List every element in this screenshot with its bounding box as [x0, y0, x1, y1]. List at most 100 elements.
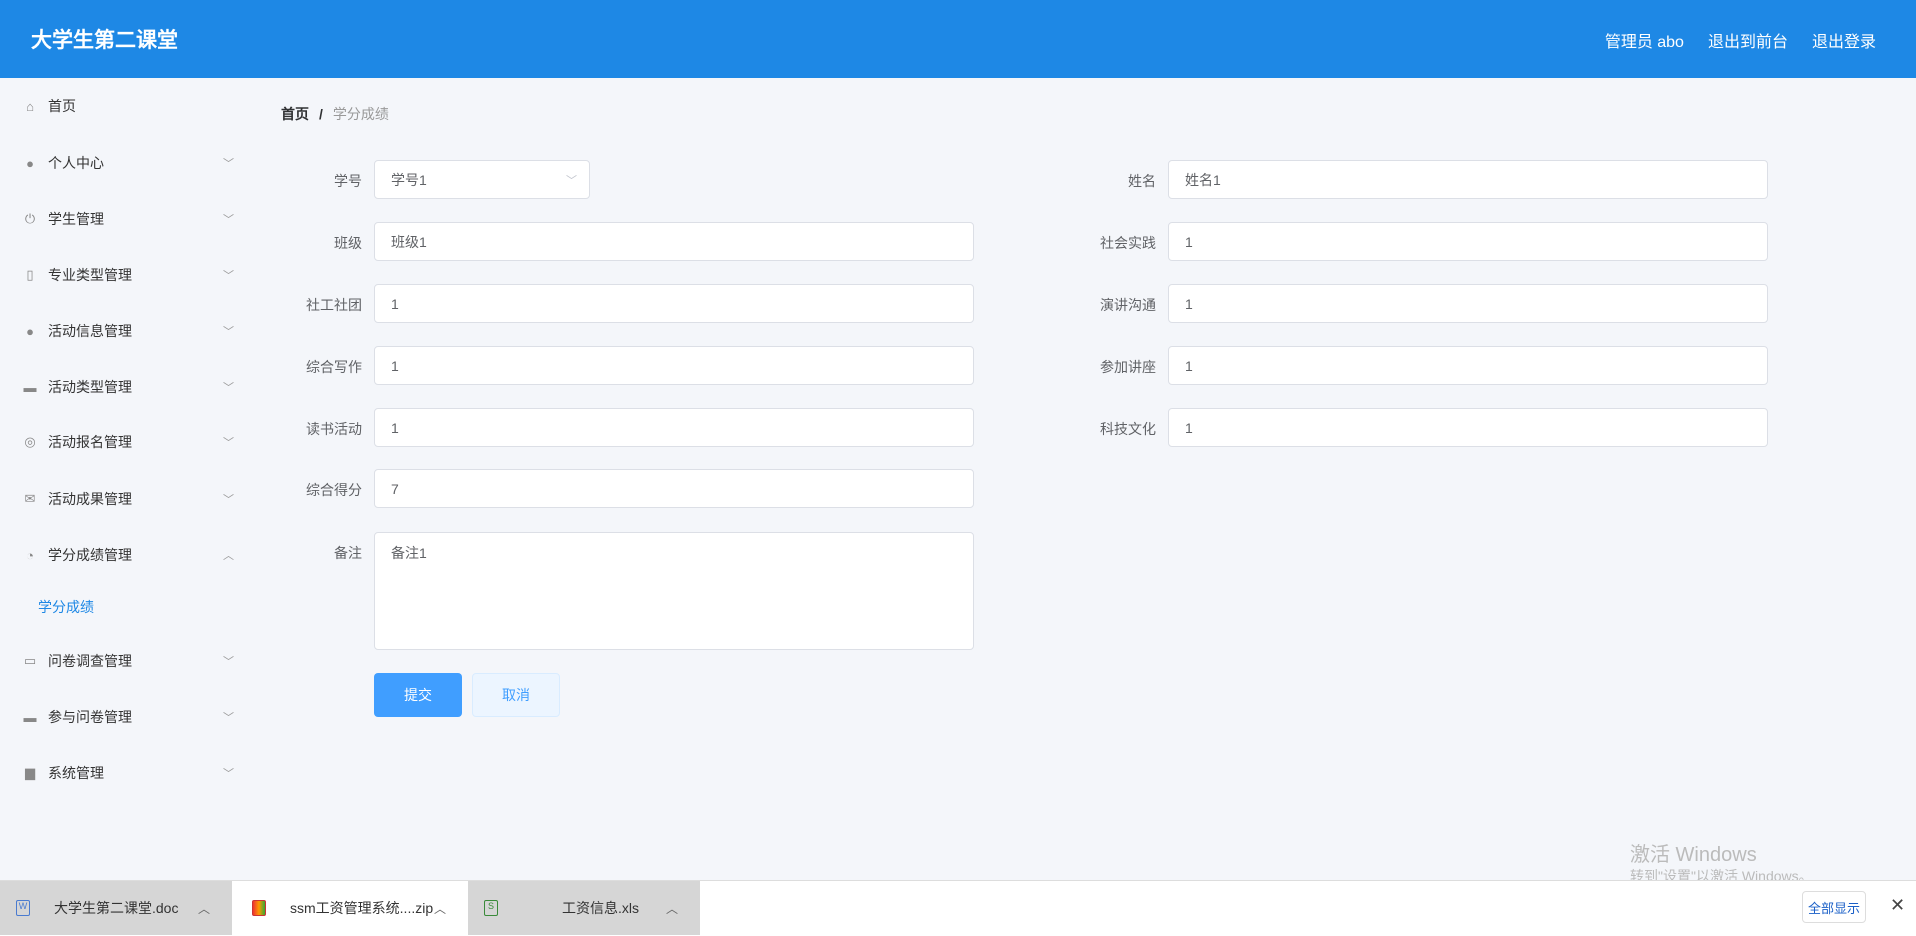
sidebar-item-4[interactable]: ● 活动信息管理 ﹀	[0, 311, 250, 351]
excel-file-icon: S	[484, 900, 498, 916]
sidebar-item-1[interactable]: ● 个人中心 ﹀	[0, 143, 250, 183]
sidebar-item-label: 参与问卷管理	[48, 709, 132, 725]
zip-file-icon	[252, 900, 266, 916]
xiezuo-input[interactable]: 1	[374, 346, 974, 385]
jiangzuo-input[interactable]: 1	[1168, 346, 1768, 385]
beizhu-value: 备注1	[391, 545, 427, 561]
defen-input[interactable]: 7	[374, 469, 974, 508]
sidebar-item-label: 专业类型管理	[48, 267, 132, 283]
sidebar-item-label: 首页	[48, 98, 76, 114]
sidebar-item-0[interactable]: ⌂ 首页	[0, 86, 250, 126]
sidebar-item-11[interactable]: ▆ 系统管理 ﹀	[0, 753, 250, 793]
dushu-label: 读书活动	[306, 421, 362, 437]
cancel-button[interactable]: 取消	[472, 673, 560, 717]
sidebar-item-7[interactable]: ✉ 活动成果管理 ﹀	[0, 479, 250, 519]
download-item[interactable]: ssm工资管理系统....zip ︿	[236, 881, 468, 935]
xuehao-label: 学号	[334, 173, 362, 189]
download-item[interactable]: W 大学生第二课堂.doc ︿	[0, 881, 232, 935]
download-bar: W 大学生第二课堂.doc ︿ ssm工资管理系统....zip ︿ S 工资信息.xl…	[0, 880, 1916, 936]
sidebar-item-label: 学分成绩管理	[48, 547, 132, 563]
sidebar-item-10[interactable]: ▬ 参与问卷管理 ﹀	[0, 697, 250, 737]
beizhu-label: 备注	[334, 545, 362, 561]
sidebar-item-3[interactable]: ▯ 专业类型管理 ﹀	[0, 255, 250, 295]
chevron-up-icon: ︿	[223, 550, 234, 562]
bulb-icon: ●	[26, 323, 34, 339]
defen-label: 综合得分	[306, 482, 362, 498]
sidebar-subitem-credit-score[interactable]: 学分成绩	[38, 597, 94, 617]
shehuishijian-value: 1	[1185, 233, 1193, 250]
gauge-icon: ◔	[26, 547, 34, 563]
sidebar-item-9[interactable]: ▭ 问卷调查管理 ﹀	[0, 641, 250, 681]
breadcrumb-separator: /	[319, 106, 323, 122]
chevron-down-icon: ﹀	[223, 270, 234, 282]
shegongshetuan-input[interactable]: 1	[374, 284, 974, 323]
chevron-down-icon: ﹀	[223, 214, 234, 226]
sidebar-item-2[interactable]: ⏻ 学生管理 ﹀	[0, 199, 250, 239]
windows-watermark: 激活 Windows	[1630, 844, 1757, 866]
sidebar-item-label: 学生管理	[48, 211, 104, 227]
xuehao-value: 学号1	[391, 171, 427, 188]
jiangzuo-value: 1	[1185, 357, 1193, 374]
banji-input[interactable]: 班级1	[374, 222, 974, 261]
sidebar-item-8[interactable]: ◔ 学分成绩管理 ︿	[0, 535, 250, 575]
admin-user-link[interactable]: 管理员 abo	[1605, 28, 1684, 52]
dushu-input[interactable]: 1	[374, 408, 974, 447]
chevron-down-icon: ﹀	[223, 158, 234, 170]
comment-icon: ▭	[23, 653, 37, 668]
xiezuo-label: 综合写作	[306, 359, 362, 375]
chevron-down-icon: ﹀	[566, 174, 577, 187]
chevron-up-icon[interactable]: ︿	[198, 900, 210, 917]
sidebar-item-label: 活动信息管理	[48, 323, 132, 339]
sidebar-item-5[interactable]: ▬ 活动类型管理 ﹀	[0, 367, 250, 407]
xiezuo-value: 1	[391, 357, 399, 374]
chevron-up-icon[interactable]: ︿	[666, 900, 678, 917]
sidebar: ⌂ 首页 ● 个人中心 ﹀ ⏻ 学生管理 ﹀ ▯ 专业类型管理 ﹀ ● 活动信息管理 ﹀ ▬ 活动类型管理 ﹀ ◎…	[0, 78, 263, 880]
chevron-down-icon: ﹀	[223, 326, 234, 338]
download-filename: 工资信息.xls	[562, 900, 639, 916]
microphone-icon: ▯	[26, 267, 34, 282]
sidebar-item-label: 问卷调查管理	[48, 653, 132, 669]
show-all-downloads-button[interactable]: 全部显示	[1802, 891, 1866, 923]
chevron-up-icon[interactable]: ︿	[434, 900, 446, 917]
sidebar-item-6[interactable]: ◎ 活动报名管理 ﹀	[0, 422, 250, 462]
power-icon: ⏻	[24, 211, 36, 226]
home-icon: ⌂	[26, 98, 34, 114]
keji-label: 科技文化	[1100, 421, 1156, 437]
xingming-input[interactable]: 姓名1	[1168, 160, 1768, 199]
chevron-down-icon: ﹀	[223, 656, 234, 668]
banji-value: 班级1	[391, 233, 427, 250]
exit-to-front-link[interactable]: 退出到前台	[1708, 28, 1788, 52]
submit-button[interactable]: 提交	[374, 673, 462, 717]
download-filename: 大学生第二课堂.doc	[54, 900, 179, 916]
word-file-icon: W	[16, 900, 30, 916]
yanjiang-value: 1	[1185, 295, 1193, 312]
breadcrumb-current: 学分成绩	[332, 106, 389, 122]
beizhu-textarea[interactable]: 备注1	[374, 532, 974, 650]
sidebar-item-label: 系统管理	[48, 765, 104, 781]
banji-label: 班级	[334, 235, 362, 251]
download-item[interactable]: S 工资信息.xls ︿	[468, 881, 700, 935]
user-icon: ●	[26, 155, 34, 171]
close-download-bar-button[interactable]: ✕	[1890, 895, 1905, 916]
chat-icon: ▬	[23, 379, 37, 395]
chevron-down-icon: ﹀	[223, 494, 234, 506]
xingming-label: 姓名	[1128, 173, 1156, 189]
yanjiang-input[interactable]: 1	[1168, 284, 1768, 323]
chevron-down-icon: ﹀	[223, 768, 234, 780]
shehuishijian-input[interactable]: 1	[1168, 222, 1768, 261]
mail-icon: ✉	[24, 491, 36, 506]
download-filename: ssm工资管理系统....zip	[290, 900, 434, 916]
defen-value: 7	[391, 480, 399, 497]
jiangzuo-label: 参加讲座	[1100, 359, 1156, 375]
box-icon: ▬	[23, 709, 37, 725]
breadcrumb-home[interactable]: 首页	[281, 106, 309, 122]
lifebuoy-icon: ◎	[24, 434, 36, 449]
shegongshetuan-value: 1	[391, 295, 399, 312]
keji-input[interactable]: 1	[1168, 408, 1768, 447]
sidebar-item-label: 活动类型管理	[48, 379, 132, 395]
chevron-down-icon: ﹀	[223, 437, 234, 449]
xuehao-select[interactable]: 学号1 ﹀	[374, 160, 590, 199]
sidebar-item-label: 个人中心	[48, 155, 104, 171]
logout-link[interactable]: 退出登录	[1812, 28, 1876, 52]
breadcrumb: 首页 / 学分成绩	[281, 104, 389, 124]
